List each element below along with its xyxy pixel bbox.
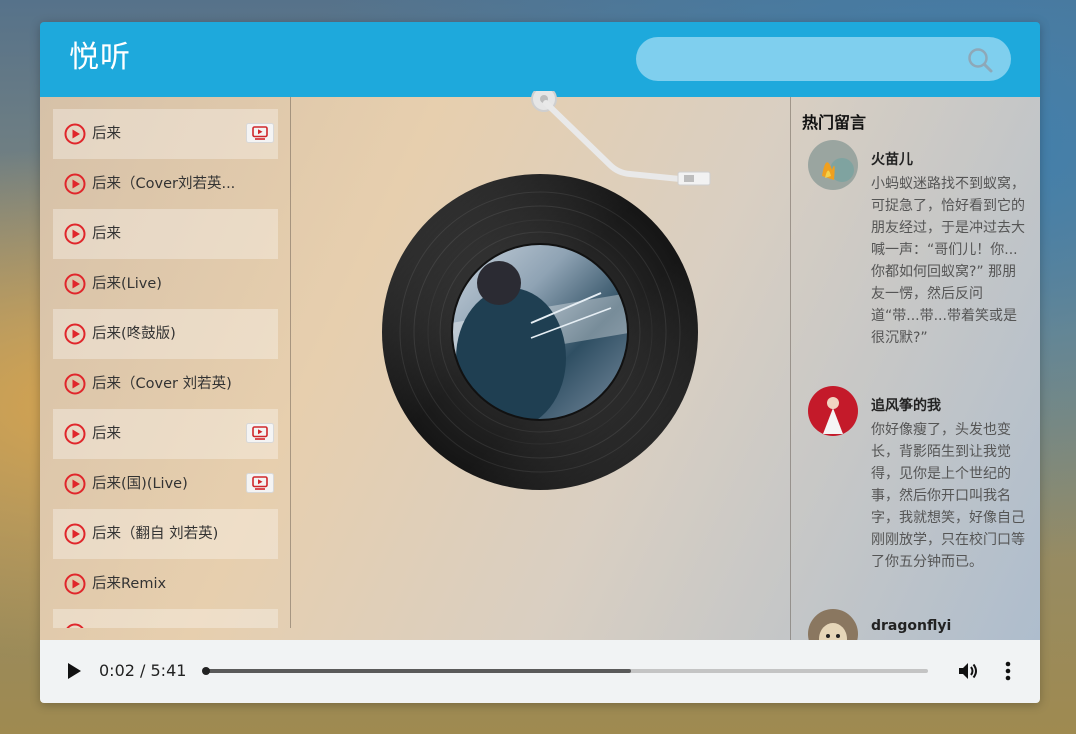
song-title[interactable]: 后来(咚鼓版) bbox=[92, 309, 242, 359]
song-item[interactable]: 后来（Cover 刘若英) bbox=[53, 359, 278, 409]
song-item[interactable]: 后来(咚鼓版) bbox=[53, 309, 278, 359]
main-content: 后来 后来（Cover刘若英... 后来 后来(Live) 后来(咚鼓版) 后来… bbox=[40, 91, 1040, 640]
tonearm bbox=[531, 91, 711, 186]
search-input[interactable] bbox=[656, 37, 960, 83]
song-title[interactable]: 后来（翻自 刘若英) bbox=[92, 509, 242, 559]
song-item[interactable]: 后来（翻自 刘若英) bbox=[53, 509, 278, 559]
comment-username[interactable]: dragonflyi bbox=[871, 618, 951, 634]
comments-title: 热门留言 bbox=[802, 113, 867, 132]
play-circle-icon[interactable] bbox=[64, 623, 86, 628]
search-box[interactable] bbox=[636, 37, 1011, 83]
comment-username[interactable]: 追风筝的我 bbox=[871, 395, 941, 415]
progress-fill bbox=[204, 669, 632, 673]
comment-username[interactable]: 火苗儿 bbox=[871, 149, 913, 169]
avatar[interactable] bbox=[808, 386, 858, 436]
song-list: 后来 后来（Cover刘若英... 后来 后来(Live) 后来(咚鼓版) 后来… bbox=[40, 97, 291, 628]
play-circle-icon[interactable] bbox=[64, 323, 86, 345]
header-bar: 悦听 bbox=[40, 22, 1040, 97]
play-circle-icon[interactable] bbox=[64, 573, 86, 595]
song-item[interactable]: 后来 bbox=[53, 409, 278, 459]
play-circle-icon[interactable] bbox=[64, 173, 86, 195]
time-display: 0:02 / 5:41 bbox=[99, 661, 187, 680]
music-player-app: 悦听 后来 后来（Cover刘若英... 后来 后来(Live) 后来(咚鼓版)… bbox=[40, 22, 1040, 703]
song-item[interactable] bbox=[53, 609, 278, 628]
more-vert-icon[interactable] bbox=[998, 660, 1018, 682]
play-circle-icon[interactable] bbox=[64, 223, 86, 245]
play-circle-icon[interactable] bbox=[64, 473, 86, 495]
mv-icon[interactable] bbox=[246, 123, 274, 143]
song-item[interactable]: 后来(国)(Live) bbox=[53, 459, 278, 509]
song-item[interactable]: 后来 bbox=[53, 109, 278, 159]
song-title[interactable]: 后来 bbox=[92, 409, 242, 459]
song-title[interactable]: 后来 bbox=[92, 209, 242, 259]
comment-text: 你好像瘦了，头发也变长，背影陌生到让我觉得，见你是上个世纪的事，然后你开口叫我名… bbox=[871, 422, 1025, 570]
song-title[interactable] bbox=[92, 609, 242, 628]
song-title[interactable]: 后来（Cover刘若英... bbox=[92, 159, 242, 209]
play-circle-icon[interactable] bbox=[64, 273, 86, 295]
progress-handle[interactable] bbox=[202, 667, 210, 675]
song-title[interactable]: 后来Remix bbox=[92, 559, 242, 609]
audio-player: 0:02 / 5:41 bbox=[40, 640, 1040, 703]
avatar[interactable] bbox=[808, 609, 858, 640]
play-circle-icon[interactable] bbox=[64, 373, 86, 395]
record-stage bbox=[290, 91, 790, 640]
progress-bar[interactable] bbox=[202, 667, 928, 675]
play-circle-icon[interactable] bbox=[64, 423, 86, 445]
play-circle-icon[interactable] bbox=[64, 123, 86, 145]
song-title[interactable]: 后来(Live) bbox=[92, 259, 242, 309]
song-title[interactable]: 后来（Cover 刘若英) bbox=[92, 359, 242, 409]
mv-icon[interactable] bbox=[246, 423, 274, 443]
vinyl-record bbox=[382, 174, 698, 490]
play-circle-icon[interactable] bbox=[64, 523, 86, 545]
song-item[interactable]: 后来（Cover刘若英... bbox=[53, 159, 278, 209]
app-logo: 悦听 bbox=[69, 40, 131, 75]
search-icon[interactable] bbox=[966, 46, 994, 74]
play-icon[interactable] bbox=[64, 661, 84, 681]
song-title[interactable]: 后来(国)(Live) bbox=[92, 459, 242, 509]
avatar[interactable] bbox=[808, 140, 858, 190]
volume-icon[interactable] bbox=[957, 660, 979, 682]
comment-text: 小蚂蚁迷路找不到蚁窝，可捉急了，恰好看到它的朋友经过，于是冲过去大喊一声：“哥们… bbox=[871, 176, 1025, 346]
song-item[interactable]: 后来 bbox=[53, 209, 278, 259]
song-item[interactable]: 后来Remix bbox=[53, 559, 278, 609]
mv-icon[interactable] bbox=[246, 473, 274, 493]
song-title[interactable]: 后来 bbox=[92, 109, 242, 159]
song-item[interactable]: 后来(Live) bbox=[53, 259, 278, 309]
hot-comments: 热门留言 火苗儿 小蚂蚁迷路找不到蚁窝，可捉急了，恰好看到它的朋友经过，于是冲过… bbox=[790, 97, 1040, 640]
